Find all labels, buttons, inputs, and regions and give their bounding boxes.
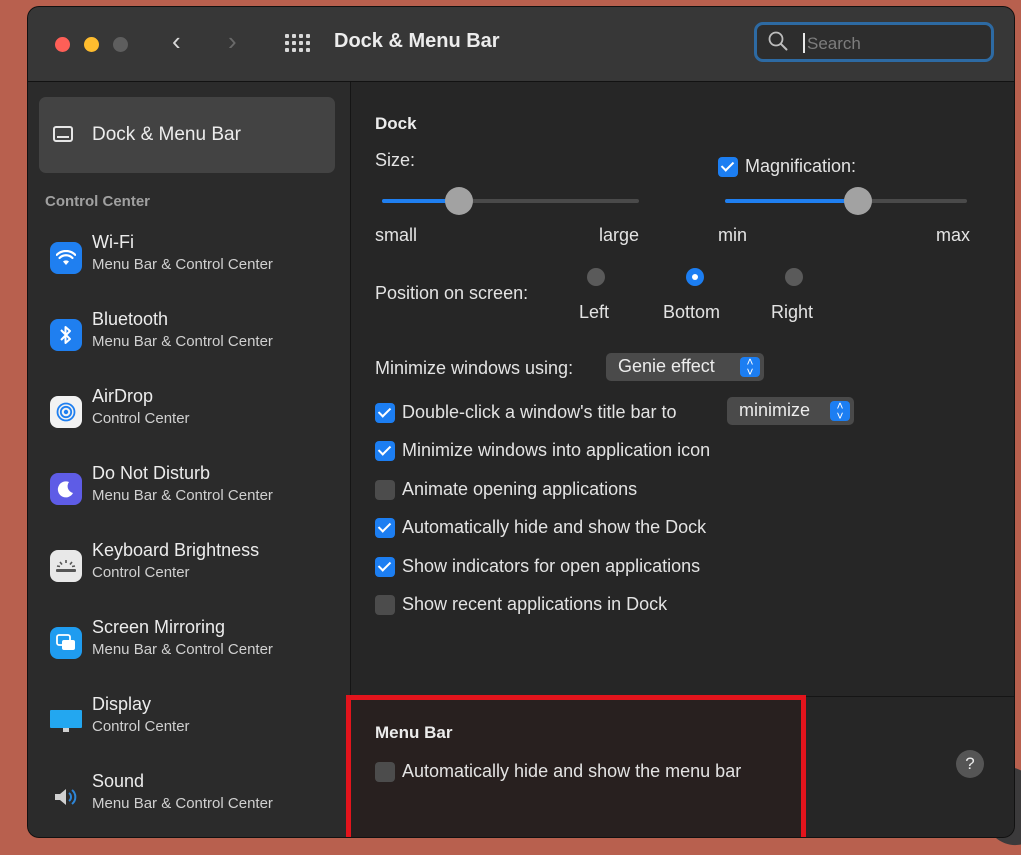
- magnification-min-label: min: [718, 225, 748, 245]
- sidebar-section-title: Control Center: [45, 193, 150, 210]
- sidebar-item-screen-mirroring[interactable]: Screen Mirroring Menu Bar & Control Cent…: [28, 617, 350, 677]
- sidebar-item-subtitle: Menu Bar & Control Center: [92, 333, 273, 350]
- magnification-max-label: max: [936, 225, 971, 245]
- titlebar: ‹ › Dock & Menu Bar Search: [28, 7, 1014, 82]
- size-label: Size:: [375, 150, 416, 170]
- show-indicators-checkbox[interactable]: [375, 557, 395, 577]
- sidebar-item-keyboard-brightness[interactable]: Keyboard Brightness Control Center: [28, 540, 350, 600]
- animate-opening-label: Animate opening applications: [402, 479, 638, 499]
- position-bottom-radio[interactable]: [686, 268, 704, 286]
- wifi-icon: [50, 242, 82, 274]
- sidebar-item-sound[interactable]: Sound Menu Bar & Control Center: [28, 771, 350, 831]
- keyboard-brightness-icon: [50, 550, 82, 582]
- magnification-checkbox[interactable]: [718, 157, 738, 177]
- position-label: Position on screen:: [375, 283, 529, 303]
- magnification-slider-knob[interactable]: [844, 187, 872, 215]
- sidebar-item-subtitle: Menu Bar & Control Center: [92, 256, 273, 273]
- search-placeholder: Search: [807, 34, 861, 53]
- show-indicators-label: Show indicators for open applications: [402, 556, 701, 576]
- moon-icon: [50, 473, 82, 505]
- sidebar-item-do-not-disturb[interactable]: Do Not Disturb Menu Bar & Control Center: [28, 463, 350, 523]
- window-title: Dock & Menu Bar: [334, 30, 500, 52]
- size-max-label: large: [599, 225, 640, 245]
- auto-hide-dock-label: Automatically hide and show the Dock: [402, 517, 707, 537]
- size-min-label: small: [375, 225, 418, 245]
- help-button[interactable]: ?: [956, 750, 984, 778]
- position-right-radio[interactable]: [785, 268, 803, 286]
- sidebar-item-subtitle: Control Center: [92, 564, 190, 581]
- double-click-action-value: minimize: [739, 400, 811, 420]
- sidebar-item-display[interactable]: Display Control Center: [28, 694, 350, 754]
- position-left-label: Left: [579, 302, 610, 322]
- minimize-effect-value: Genie effect: [618, 356, 715, 376]
- display-icon: [50, 704, 82, 736]
- menu-bar-heading: Menu Bar: [375, 723, 453, 742]
- position-right-label: Right: [771, 302, 814, 322]
- sidebar-item-airdrop[interactable]: AirDrop Control Center: [28, 386, 350, 446]
- sidebar: Dock & Menu Bar Control Center Wi-Fi Men…: [28, 82, 351, 837]
- sidebar-item-label: Dock & Menu Bar: [92, 124, 241, 145]
- dock-heading: Dock: [375, 114, 417, 133]
- show-recent-apps-label: Show recent applications in Dock: [402, 594, 668, 614]
- chevron-up-down-icon: ˄ ˅: [740, 356, 760, 378]
- forward-chevron-icon[interactable]: ›: [228, 26, 237, 56]
- search-input[interactable]: Search: [754, 22, 994, 62]
- sidebar-item-title: Display: [92, 694, 152, 714]
- sidebar-item-subtitle: Control Center: [92, 410, 190, 427]
- double-click-label: Double-click a window's title bar to: [402, 402, 677, 422]
- close-button[interactable]: [55, 37, 70, 52]
- zoom-button[interactable]: [113, 37, 128, 52]
- sidebar-item-subtitle: Menu Bar & Control Center: [92, 487, 273, 504]
- position-bottom-label: Bottom: [663, 302, 721, 322]
- dock-icon: [53, 126, 73, 142]
- auto-hide-dock-checkbox[interactable]: [375, 518, 395, 538]
- show-recent-apps-checkbox[interactable]: [375, 595, 395, 615]
- auto-hide-menu-bar-label: Automatically hide and show the menu bar: [402, 761, 742, 781]
- sidebar-item-subtitle: Control Center: [92, 718, 190, 735]
- screen-mirroring-icon: [50, 627, 82, 659]
- sidebar-item-title: Keyboard Brightness: [92, 540, 260, 560]
- search-icon: [768, 31, 788, 51]
- sidebar-item-title: AirDrop: [92, 386, 154, 406]
- chevron-up-down-icon: ˄ ˅: [830, 400, 850, 422]
- position-left-radio[interactable]: [587, 268, 605, 286]
- bluetooth-icon: [50, 319, 82, 351]
- speaker-icon: [50, 781, 82, 813]
- sidebar-item-title: Sound: [92, 771, 145, 791]
- text-caret: [803, 33, 805, 53]
- double-click-action-popup[interactable]: minimize ˄ ˅: [727, 397, 854, 425]
- sidebar-item-title: Bluetooth: [92, 309, 169, 329]
- show-all-grid-icon[interactable]: [285, 34, 311, 52]
- sidebar-item-title: Do Not Disturb: [92, 463, 211, 483]
- sidebar-item-subtitle: Menu Bar & Control Center: [92, 641, 273, 658]
- preferences-window: ‹ › Dock & Menu Bar Search Dock & Menu B…: [28, 7, 1014, 837]
- animate-opening-checkbox[interactable]: [375, 480, 395, 500]
- double-click-checkbox[interactable]: [375, 403, 395, 423]
- size-slider-knob[interactable]: [445, 187, 473, 215]
- auto-hide-menu-bar-checkbox[interactable]: [375, 762, 395, 782]
- back-chevron-icon[interactable]: ‹: [172, 26, 181, 56]
- airdrop-icon: [50, 396, 82, 428]
- magnification-label: Magnification:: [745, 156, 857, 176]
- content-pane: Dock Size: small large Magnification: mi…: [346, 82, 1014, 837]
- sidebar-item-title: Wi-Fi: [92, 232, 134, 252]
- minimize-button[interactable]: [84, 37, 99, 52]
- minimize-effect-popup[interactable]: Genie effect ˄ ˅: [606, 353, 764, 381]
- minimize-into-icon-label: Minimize windows into application icon: [402, 440, 711, 460]
- minimize-using-label: Minimize windows using:: [375, 358, 574, 378]
- magnification-slider-fill: [725, 199, 858, 203]
- sidebar-item-subtitle: Menu Bar & Control Center: [92, 795, 273, 812]
- sidebar-item-bluetooth[interactable]: Bluetooth Menu Bar & Control Center: [28, 309, 350, 369]
- minimize-into-icon-checkbox[interactable]: [375, 441, 395, 461]
- sidebar-item-wifi[interactable]: Wi-Fi Menu Bar & Control Center: [28, 232, 350, 292]
- sidebar-item-title: Screen Mirroring: [92, 617, 226, 637]
